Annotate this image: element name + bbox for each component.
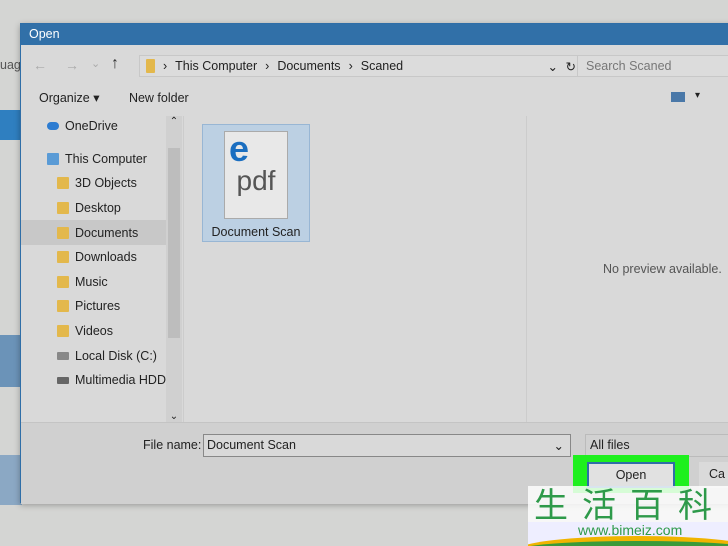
scroll-down-icon[interactable]: ⌄ [166,411,182,422]
view-icon[interactable] [671,92,685,102]
scrollbar-thumb[interactable] [168,148,180,338]
sidebar-item-label: This Computer [65,151,147,166]
breadcrumb-item[interactable]: Documents [277,59,340,73]
sidebar-item-onedrive[interactable]: OneDrive [21,114,181,139]
file-name-label: File name: [143,438,202,452]
background-panel [0,455,22,505]
back-button[interactable]: ← [33,57,47,73]
folder-icon [57,177,69,190]
folder-icon [57,202,69,215]
chevron-right-icon: › [265,59,270,73]
preview-pane: No preview available. [526,116,728,422]
sidebar-item-label: Music [75,274,108,289]
background-text: uag [0,58,21,72]
folder-icon [57,300,69,313]
recent-locations-button[interactable]: ⌄ [91,57,100,70]
sidebar-item-pictures[interactable]: Pictures [21,294,181,319]
sidebar-item-label: Documents [75,225,139,240]
search-input[interactable]: Search Scaned [577,55,728,77]
sidebar-item-videos[interactable]: Videos [21,319,181,344]
dialog-title: Open [21,24,728,45]
refresh-icon[interactable]: ↻ [566,59,576,74]
sidebar-item-this-computer[interactable]: This Computer [21,147,181,172]
sidebar-item-label: Videos [75,324,113,339]
open-button[interactable]: Open [587,462,675,488]
background-panel [0,335,22,387]
edge-logo: e [229,128,250,169]
background-panel [0,110,22,140]
chevron-right-icon: › [348,59,353,73]
up-button[interactable]: ↑ [111,55,119,73]
cloud-icon [47,122,59,131]
chevron-down-icon[interactable]: ⌄ [554,438,564,453]
file-list: e pdf Document Scan [183,116,526,422]
watermark-logo: 生活百科 www.bimeiz.com [528,486,728,546]
view-options-button[interactable]: ▾ [695,90,700,101]
folder-icon [57,325,69,338]
sidebar-item-local-disk[interactable]: Local Disk (C:) [21,343,181,368]
folder-icon [57,275,69,288]
toolbar: Organize ▾ New folder ▾ [39,90,728,110]
address-bar[interactable]: › This Computer › Documents › Scaned ⌄ ↻ [139,55,589,77]
new-folder-button[interactable]: New folder [129,91,189,105]
sidebar-item-label: Multimedia HDD [75,373,166,388]
sidebar-item-label: 3D Objects [75,176,137,191]
drive-icon [57,376,69,384]
folder-icon [57,226,69,239]
watermark-text: 生活百科 [534,487,726,525]
file-item[interactable]: e pdf Document Scan [202,124,310,242]
scroll-up-icon[interactable]: ⌃ [166,116,182,127]
sidebar-scrollbar[interactable]: ⌃ ⌄ [166,116,182,422]
open-dialog: Open ← → ⌄ ↑ › This Computer › Documents… [20,23,728,504]
sidebar-item-label: Desktop [75,201,121,216]
folder-icon [57,251,69,264]
sidebar-item-documents[interactable]: Documents [21,220,181,245]
navigation-bar: ← → ⌄ ↑ › This Computer › Documents › Sc… [21,53,728,79]
file-name-input[interactable]: Document Scan ⌄ [203,434,571,457]
file-type-select[interactable]: All files [585,434,728,457]
forward-button[interactable]: → [65,57,79,73]
sidebar-item-label: OneDrive [65,119,118,134]
file-name-value: Document Scan [207,438,296,452]
sidebar-item-music[interactable]: Music [21,270,181,295]
pdf-file-icon: e pdf [224,131,288,219]
folder-icon [146,59,155,73]
sidebar-item-label: Pictures [75,299,121,314]
file-name: Document Scan [211,225,301,239]
sidebar-item-multimedia-hdd[interactable]: Multimedia HDD [21,368,181,393]
chevron-right-icon: › [163,59,168,73]
sidebar-item-desktop[interactable]: Desktop [21,196,181,221]
breadcrumb-item[interactable]: Scaned [361,59,403,73]
sidebar-item-downloads[interactable]: Downloads [21,245,181,270]
computer-icon [47,152,59,165]
chevron-down-icon[interactable]: ⌄ [548,59,558,74]
breadcrumb-item[interactable]: This Computer [175,59,257,73]
sidebar-item-label: Downloads [75,250,137,265]
navigation-pane: OneDrive This Computer 3D Objects Deskto… [21,114,181,419]
watermark-url: www.bimeiz.com [578,522,683,538]
pdf-label: pdf [236,165,276,196]
sidebar-item-3d-objects[interactable]: 3D Objects [21,171,181,196]
drive-icon [57,351,69,360]
cancel-button[interactable]: Ca [699,462,728,488]
organize-button[interactable]: Organize ▾ [39,91,99,105]
sidebar-item-label: Local Disk (C:) [75,348,157,363]
